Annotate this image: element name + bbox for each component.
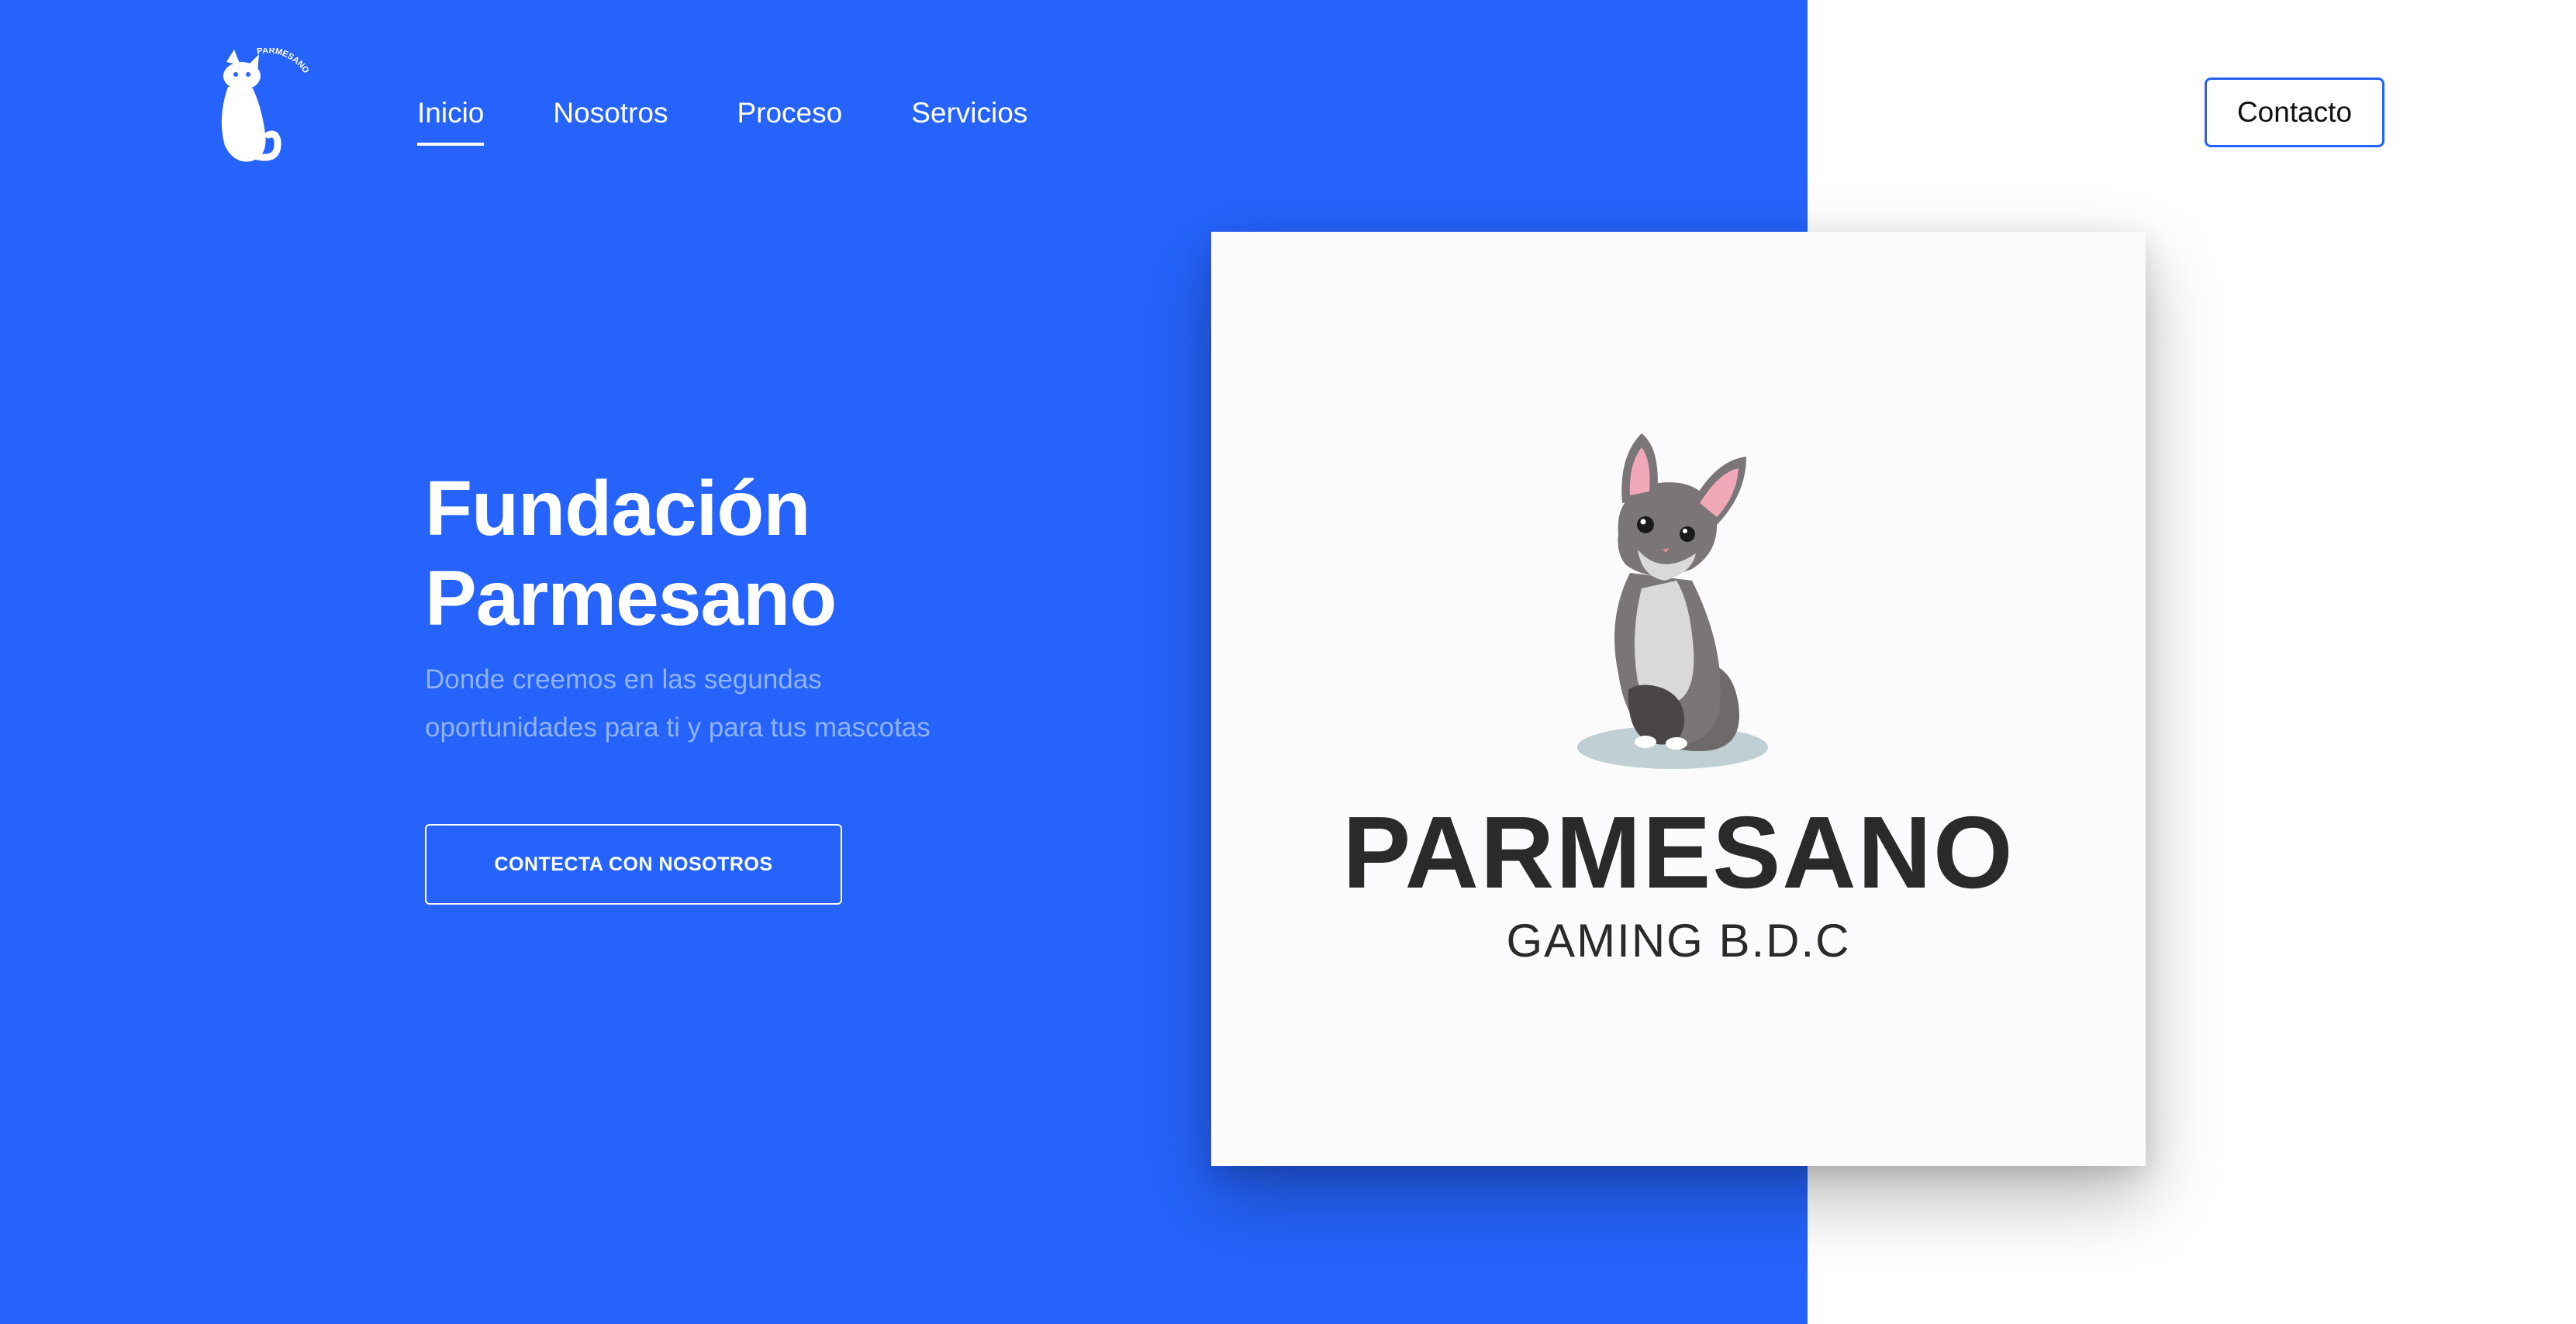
hero-subtitle: Donde creemos en las segundas oportunida… [425, 656, 1014, 752]
nav-item-proceso[interactable]: Proceso [737, 93, 842, 149]
hero-title: Fundación Parmesano [425, 464, 1045, 643]
connect-with-us-button[interactable]: CONTECTA CON NOSOTROS [425, 824, 842, 905]
brand-card: PARMESANO GAMING B.D.C [1211, 232, 2146, 1166]
hero-subtitle-line2: oportunidades para ti y para tus mascota… [425, 712, 931, 743]
nav-item-servicios[interactable]: Servicios [911, 93, 1027, 149]
nav-item-inicio[interactable]: Inicio [417, 93, 485, 149]
contact-button[interactable]: Contacto [2205, 78, 2384, 147]
card-brand-name: PARMESANO [1342, 795, 2015, 909]
hero-subtitle-line1: Donde creemos en las segundas [425, 664, 822, 695]
hero-title-line2: Parmesano [425, 555, 837, 642]
site-logo[interactable]: PARMESANO [203, 46, 312, 177]
nav-item-nosotros[interactable]: Nosotros [553, 93, 668, 149]
main-nav: Inicio Nosotros Proceso Servicios [417, 93, 1096, 149]
card-tagline: GAMING B.D.C [1506, 915, 1851, 967]
hero-title-line1: Fundación [425, 465, 811, 552]
svg-text:PARMESANO: PARMESANO [256, 48, 311, 75]
chinchilla-illustration [1545, 418, 1808, 790]
cat-logo-icon: PARMESANO [221, 46, 311, 162]
